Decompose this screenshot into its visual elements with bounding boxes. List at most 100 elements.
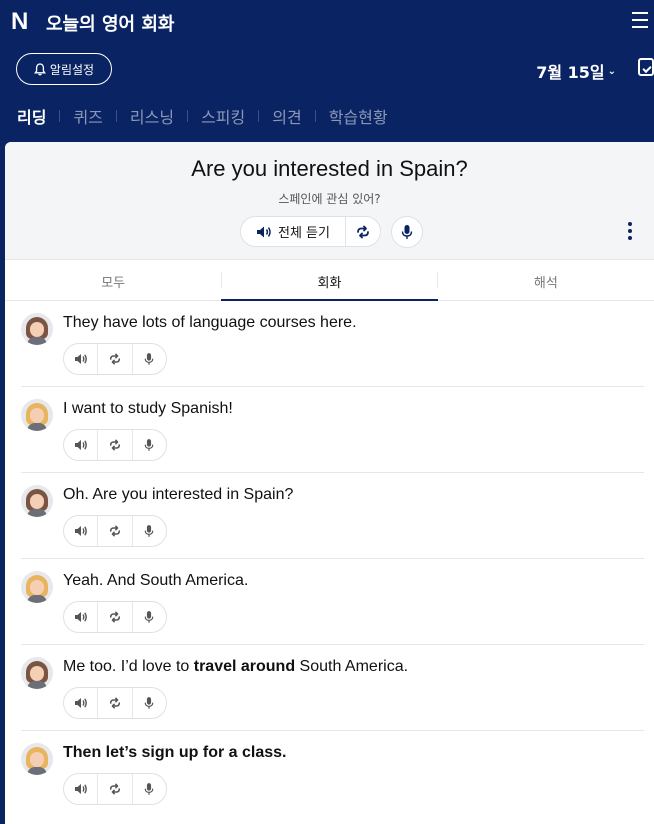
mic-icon: [144, 353, 154, 365]
nav-item[interactable]: 스피킹: [201, 104, 245, 128]
dialogue-line: Then let’s sign up for a class.: [21, 731, 644, 817]
nav-divider: [314, 110, 316, 122]
repeat-icon: [109, 525, 121, 537]
record-line-button[interactable]: [133, 516, 166, 546]
dialogue-line: I want to study Spanish!: [21, 387, 644, 473]
dialogue-text[interactable]: Me too. I’d love to travel around South …: [63, 658, 408, 676]
repeat-line-button[interactable]: [98, 430, 133, 460]
date-label: 7월 15일: [536, 63, 605, 82]
dialogue-text-segment: They have lots of language courses here.: [63, 314, 357, 331]
record-line-button[interactable]: [133, 602, 166, 632]
alarm-settings-button[interactable]: 알림설정: [16, 53, 112, 85]
tab-translation[interactable]: 해석: [438, 260, 654, 300]
play-line-button[interactable]: [64, 688, 99, 718]
play-line-button[interactable]: [64, 516, 99, 546]
speaker-avatar: [21, 657, 53, 689]
mic-icon: [144, 697, 154, 709]
lesson-card: Are you interested in Spain? 스페인에 관심 있어?…: [5, 142, 654, 824]
nav-item[interactable]: 퀴즈: [73, 104, 102, 128]
tab-all[interactable]: 모두: [5, 260, 221, 300]
repeat-line-button[interactable]: [98, 688, 133, 718]
repeat-line-button[interactable]: [98, 516, 133, 546]
line-controls: [63, 429, 167, 461]
play-line-button[interactable]: [64, 344, 99, 374]
dialogue-line: Me too. I’d love to travel around South …: [21, 645, 644, 731]
speaker-avatar: [21, 571, 53, 603]
mic-icon: [144, 611, 154, 623]
record-line-button[interactable]: [133, 688, 166, 718]
repeat-icon: [109, 439, 121, 451]
line-controls: [63, 515, 167, 547]
menu-icon[interactable]: [632, 12, 648, 28]
speaker-icon: [74, 440, 87, 450]
tab-dialogue[interactable]: 회화: [221, 260, 438, 301]
speaker-icon: [74, 612, 87, 622]
alarm-settings-label: 알림설정: [49, 62, 95, 77]
dialogue-line: Oh. Are you interested in Spain?: [21, 473, 644, 559]
record-line-button[interactable]: [133, 344, 166, 374]
repeat-line-button[interactable]: [98, 774, 133, 804]
nav-divider: [115, 110, 117, 122]
line-controls: [63, 601, 167, 633]
play-line-button[interactable]: [64, 774, 99, 804]
mic-icon: [144, 525, 154, 537]
repeat-line-button[interactable]: [98, 602, 133, 632]
lesson-subtitle: 스페인에 관심 있어?: [278, 192, 381, 206]
play-all-label: 전체 듣기: [278, 226, 330, 241]
nav-item[interactable]: 의견: [272, 104, 301, 128]
play-line-button[interactable]: [64, 430, 99, 460]
bell-icon: [33, 62, 46, 75]
tab-divider: [437, 272, 438, 288]
dialogue-text-segment: Me too. I’d love to: [63, 658, 194, 675]
repeat-all-button[interactable]: [346, 225, 380, 239]
record-line-button[interactable]: [133, 430, 166, 460]
dialogue-text[interactable]: Then let’s sign up for a class.: [63, 744, 286, 762]
nav-divider: [187, 110, 189, 122]
dialogue-text[interactable]: They have lots of language courses here.: [63, 314, 357, 332]
nav-divider: [59, 110, 61, 122]
repeat-icon: [109, 697, 121, 709]
dialogue-text[interactable]: Oh. Are you interested in Spain?: [63, 486, 293, 504]
repeat-icon: [357, 225, 369, 238]
nav-item[interactable]: 리딩: [17, 104, 46, 128]
speaker-icon: [74, 698, 87, 708]
mic-icon: [401, 225, 413, 239]
lesson-header: Are you interested in Spain? 스페인에 관심 있어?…: [5, 142, 654, 260]
repeat-icon: [109, 783, 121, 795]
speaker-icon: [74, 784, 87, 794]
repeat-line-button[interactable]: [98, 344, 133, 374]
dialogue-text[interactable]: Yeah. And South America.: [63, 572, 248, 590]
dialogue-text-segment: I want to study Spanish!: [63, 400, 233, 417]
play-controls: 전체 듣기: [240, 216, 381, 247]
dialogue-text-segment: Oh. Are you interested in Spain?: [63, 486, 294, 503]
highlighted-phrase: travel around: [193, 658, 296, 675]
play-line-button[interactable]: [64, 602, 99, 632]
mic-icon: [144, 439, 154, 451]
dialogue-text[interactable]: I want to study Spanish!: [63, 400, 233, 418]
repeat-icon: [109, 353, 121, 365]
main-nav: 리딩 퀴즈 리스닝 스피킹 의견 학습현황: [17, 104, 388, 128]
mic-icon: [144, 783, 154, 795]
app-title: 오늘의 영어 회화: [46, 14, 175, 35]
view-tabs: 모두 회화 해석: [5, 260, 654, 301]
record-button[interactable]: [391, 216, 423, 248]
line-controls: [63, 343, 167, 375]
dialogue-text-segment: South America.: [295, 658, 409, 675]
naver-logo[interactable]: N: [11, 8, 28, 36]
speaker-avatar: [21, 485, 53, 517]
date-selector[interactable]: 7월 15일 ⌄: [536, 59, 616, 83]
nav-item[interactable]: 학습현황: [329, 104, 388, 128]
nav-item[interactable]: 리스닝: [130, 104, 174, 128]
more-icon[interactable]: [628, 222, 632, 242]
record-line-button[interactable]: [133, 774, 166, 804]
nav-divider: [258, 110, 260, 122]
speaker-avatar: [21, 313, 53, 345]
play-all-button[interactable]: 전체 듣기: [241, 217, 346, 246]
calendar-icon[interactable]: [638, 58, 654, 76]
dialogue-line: Yeah. And South America.: [21, 559, 644, 645]
lesson-title: Are you interested in Spain?: [191, 156, 468, 181]
app-header: N 오늘의 영어 회화 알림설정 7월 15일 ⌄ 리딩 퀴즈 리스닝 스피킹 의견 학습…: [0, 0, 654, 134]
tab-divider: [221, 272, 222, 288]
speaker-icon: [257, 226, 271, 237]
repeat-icon: [109, 611, 121, 623]
